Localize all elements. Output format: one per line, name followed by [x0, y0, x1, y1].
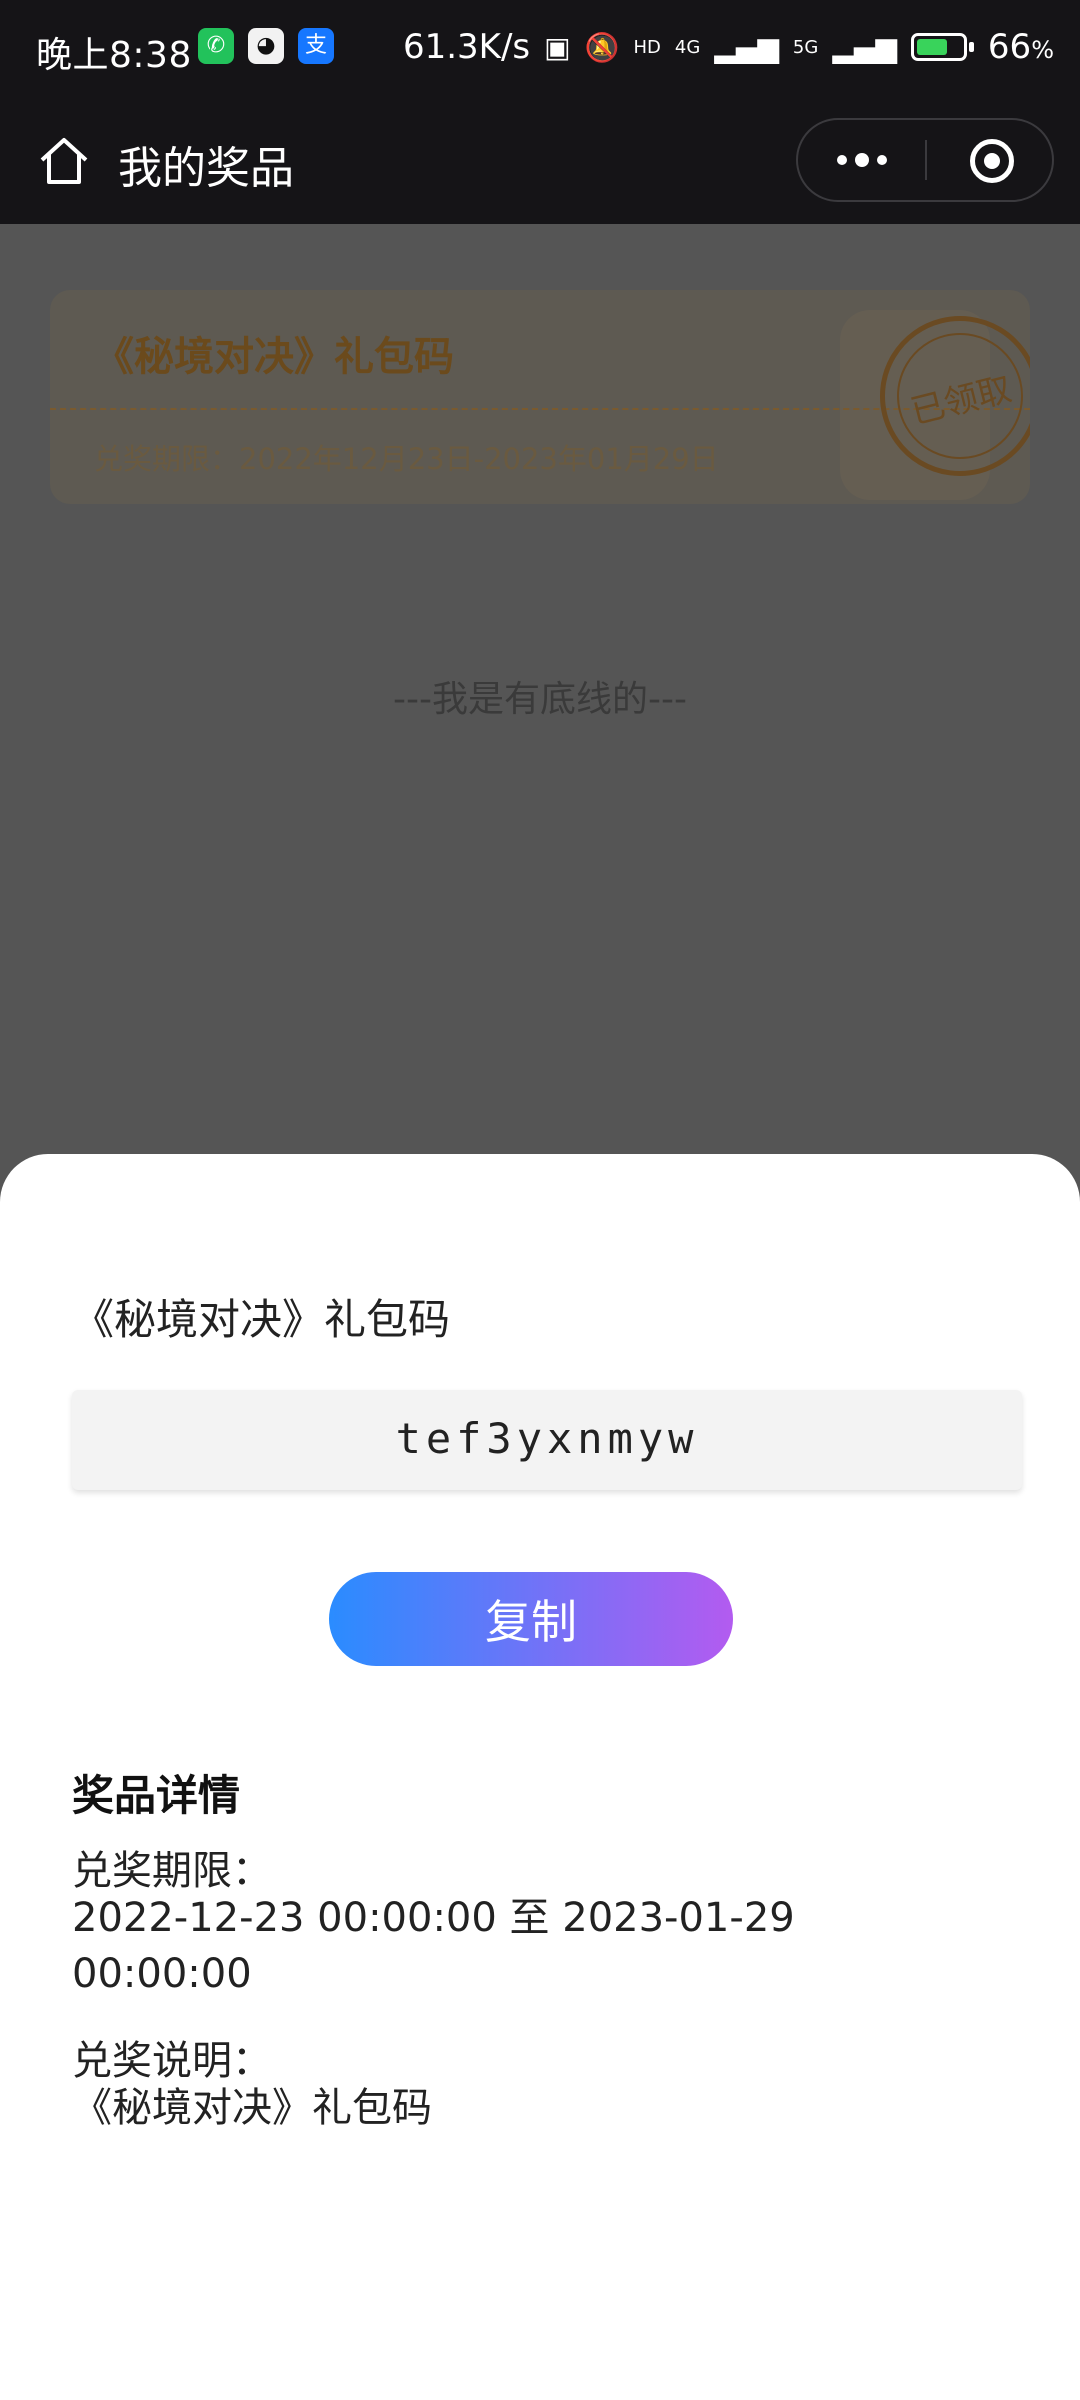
signal-icon: ▂▄▆ — [714, 30, 779, 64]
page-title: 我的奖品 — [118, 143, 294, 194]
list-end-text: ---我是有底线的--- — [393, 679, 687, 720]
hd-badge: HD — [633, 36, 661, 58]
signal-5g-label: 5G — [792, 36, 819, 58]
home-icon[interactable] — [36, 132, 92, 188]
miniprogram-capsule — [796, 118, 1054, 202]
mute-bell-icon: 🔕 — [584, 30, 620, 64]
description-label: 兑奖说明： — [72, 2038, 272, 2084]
copy-button[interactable]: 复制 — [329, 1572, 733, 1666]
sheet-title: 《秘境对决》礼包码 — [72, 1295, 451, 1344]
alipay-icon: 支 — [298, 28, 334, 64]
description-value: 《秘境对决》礼包码 — [72, 2085, 432, 2131]
battery-icon — [910, 33, 974, 61]
gift-code-box[interactable]: tef3yxnmyw — [72, 1390, 1022, 1490]
wechat-icon: ✆ — [198, 28, 234, 64]
prize-card-title: 《秘境对决》礼包码 — [94, 334, 454, 380]
close-miniprogram-icon[interactable] — [970, 139, 1014, 183]
briefcase-icon: ▣ — [544, 30, 571, 64]
signal-icon: ▂▄▆ — [832, 30, 897, 64]
qq-icon: ◕ — [248, 28, 284, 64]
signal-4g-label: 4G — [674, 36, 701, 58]
prize-card[interactable]: 《秘境对决》礼包码 兑奖期限：2022年12月23日-2023年01月29日 已… — [50, 290, 1030, 504]
prize-card-period: 兑奖期限：2022年12月23日-2023年01月29日 — [94, 442, 719, 476]
more-icon[interactable] — [798, 120, 926, 200]
prize-detail-sheet: 《秘境对决》礼包码 tef3yxnmyw 复制 奖品详情 兑奖期限： 2022-… — [0, 1154, 1080, 2400]
status-bar: 晚上8:38 ✆ ◕ 支 61.3K/s ▣ 🔕 HD 4G ▂▄▆ 5G ▂▄… — [0, 0, 1080, 96]
battery-percent: 66% — [987, 27, 1054, 67]
period-value: 2022-12-23 00:00:00 至 2023-01-29 00:00:0… — [72, 1895, 795, 1997]
gift-code[interactable]: tef3yxnmyw — [72, 1414, 1022, 1463]
detail-heading: 奖品详情 — [72, 1771, 241, 1820]
capsule-divider — [925, 140, 927, 180]
status-right: 61.3K/s ▣ 🔕 HD 4G ▂▄▆ 5G ▂▄▆ 66% — [403, 24, 1054, 70]
net-speed: 61.3K/s — [402, 27, 531, 67]
status-time: 晚上8:38 — [36, 35, 192, 76]
period-label: 兑奖期限： — [72, 1848, 272, 1894]
nav-bar: 我的奖品 — [0, 96, 1080, 224]
